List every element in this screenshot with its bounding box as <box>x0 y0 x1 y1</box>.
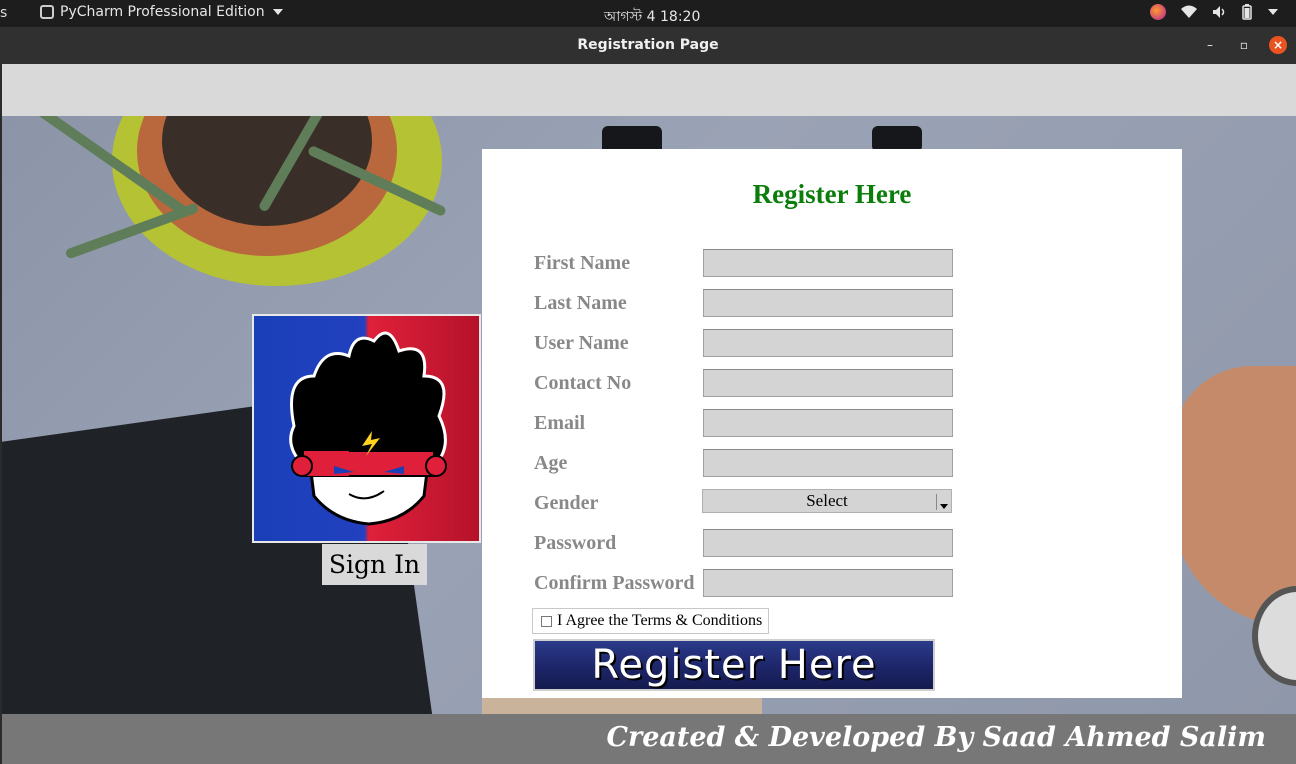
gender-select[interactable]: Select <box>702 489 952 513</box>
system-top-bar: s PyCharm Professional Edition আগস্ট 4 1… <box>0 0 1296 27</box>
clock[interactable]: আগস্ট 4 18:20 <box>604 5 700 29</box>
cartoon-avatar-icon <box>289 331 447 526</box>
contact-no-label: Contact No <box>534 372 632 394</box>
form-heading: Register Here <box>752 179 912 209</box>
footer: Created & Developed By Saad Ahmed Salim <box>2 714 1296 764</box>
system-menu-chevron-icon[interactable] <box>1268 9 1278 15</box>
activities-edge-text[interactable]: s <box>0 5 7 21</box>
system-tray[interactable] <box>1150 4 1278 20</box>
register-button[interactable]: Register Here <box>533 639 935 691</box>
bg-hand <box>1172 366 1296 626</box>
maximize-button[interactable]: ▫ <box>1235 36 1253 54</box>
confirm-password-input[interactable] <box>703 569 953 597</box>
firefox-icon[interactable] <box>1150 4 1166 20</box>
password-input[interactable] <box>703 529 953 557</box>
last-name-label: Last Name <box>534 292 627 314</box>
first-name-input[interactable] <box>703 249 953 277</box>
terms-checkbox[interactable]: I Agree the Terms & Conditions <box>532 608 769 634</box>
terms-label: I Agree the Terms & Conditions <box>557 612 763 629</box>
pycharm-app-icon <box>40 5 54 19</box>
sign-in-button[interactable]: Sign In <box>322 544 427 585</box>
first-name-label: First Name <box>534 252 631 274</box>
window-title: Registration Page <box>577 37 719 53</box>
gender-label: Gender <box>534 492 599 514</box>
password-label: Password <box>534 532 617 554</box>
email-label: Email <box>534 412 586 434</box>
dropdown-arrow-icon[interactable] <box>936 494 950 510</box>
age-input[interactable] <box>703 449 953 477</box>
battery-icon[interactable] <box>1242 4 1252 20</box>
app-menu[interactable]: PyCharm Professional Edition <box>40 4 283 20</box>
footer-credit: Created & Developed By Saad Ahmed Salim <box>606 722 1266 753</box>
user-name-label: User Name <box>534 332 629 354</box>
minimize-button[interactable]: – <box>1201 36 1219 54</box>
user-name-input[interactable] <box>703 329 953 357</box>
chevron-down-icon <box>272 9 283 15</box>
email-input[interactable] <box>703 409 953 437</box>
age-label: Age <box>534 452 568 474</box>
confirm-password-label: Confirm Password <box>534 572 695 594</box>
contact-no-input[interactable] <box>703 369 953 397</box>
registration-card: Register Here First Name Last Name User … <box>482 149 1182 698</box>
close-button[interactable]: × <box>1269 36 1287 54</box>
wifi-icon[interactable] <box>1180 5 1198 19</box>
app-canvas: Sign In Register Here First Name Last Na… <box>2 64 1296 764</box>
window-title-bar: Registration Page – ▫ × <box>0 27 1296 64</box>
app-menu-label: PyCharm Professional Edition <box>60 4 265 20</box>
volume-icon[interactable] <box>1212 5 1228 19</box>
checkbox-square-icon[interactable] <box>541 616 552 627</box>
avatar <box>252 314 481 543</box>
last-name-input[interactable] <box>703 289 953 317</box>
gender-select-value: Select <box>806 491 848 510</box>
